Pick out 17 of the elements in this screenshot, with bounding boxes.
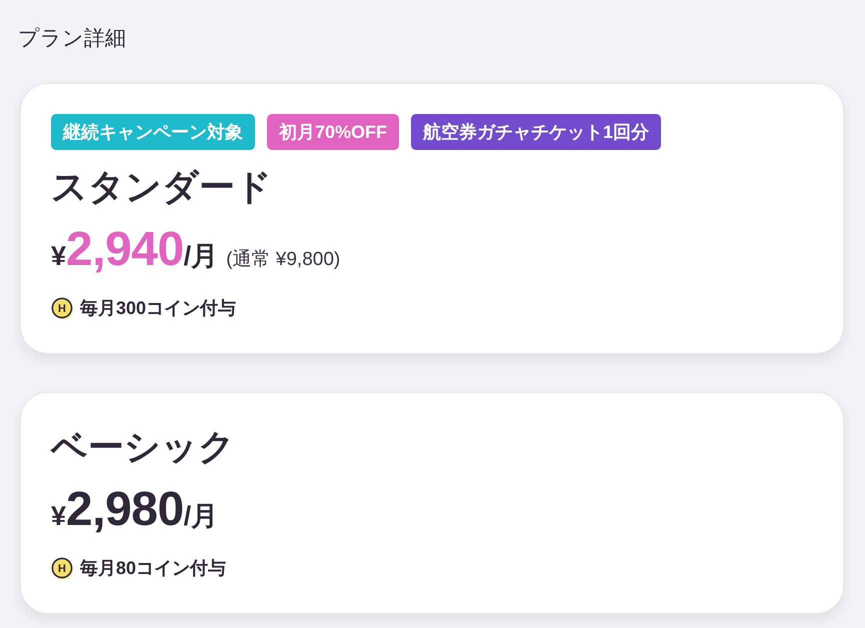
plan-tag: 継続キャンペーン対象 (51, 114, 255, 150)
coin-bonus-text: 毎月80コイン付与 (80, 557, 226, 580)
price-amount: 2,980 (66, 482, 184, 538)
coin-bonus-text: 毎月300コイン付与 (80, 297, 236, 320)
price-unit: /月 (184, 500, 218, 533)
plan-name: スタンダード (51, 165, 272, 209)
coin-icon: H (51, 556, 74, 580)
regular-price: (通常 ¥9,800) (226, 248, 340, 272)
coin-icon: H (51, 296, 74, 320)
plan-name: ベーシック (51, 425, 235, 469)
currency-symbol: ¥ (51, 241, 66, 272)
price-amount: 2,940 (66, 222, 184, 278)
price-unit: /月 (184, 240, 218, 273)
section-heading: プラン詳細 (18, 26, 126, 52)
plan-tag: 航空券ガチャチケット1回分 (411, 114, 662, 150)
plan-tag: 初月70%OFF (267, 114, 400, 150)
currency-symbol: ¥ (51, 501, 66, 532)
